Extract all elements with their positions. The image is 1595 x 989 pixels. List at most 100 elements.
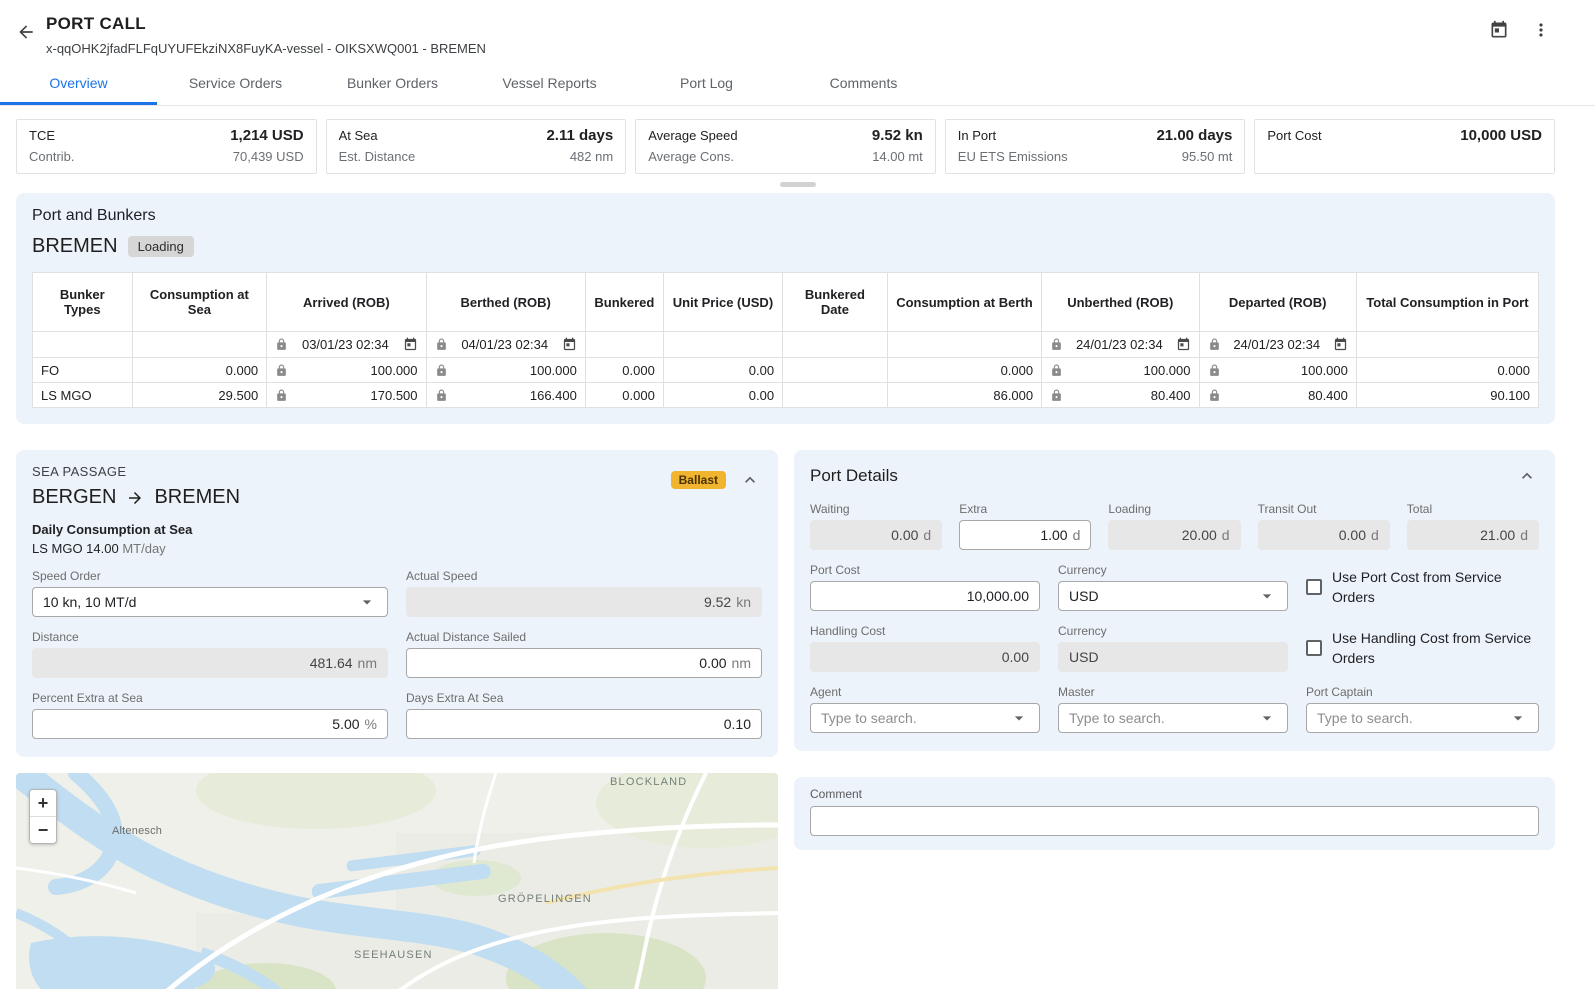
stat-card-average-speed: Average Speed9.52 kn Average Cons.14.00 … [635,119,936,174]
stat-sub-value: 482 nm [570,146,613,167]
use-handling-cost-row: Use Handling Cost from Service Orders [1306,628,1539,669]
departed-date-cell: 24/01/23 02:34 [1199,332,1356,358]
total-label: Total [1407,502,1539,516]
lock-icon[interactable] [1050,364,1063,377]
arrived-date[interactable]: 03/01/23 02:34 [302,337,389,352]
waiting-label: Waiting [810,502,942,516]
lock-icon[interactable] [435,389,448,402]
zoom-in-button[interactable]: + [30,790,56,816]
port-captain-label: Port Captain [1306,685,1539,699]
calendar-icon[interactable] [403,337,418,352]
tab-vessel-reports[interactable]: Vessel Reports [471,62,628,105]
tab-overview[interactable]: Overview [0,62,157,105]
tab-port-log[interactable]: Port Log [628,62,785,105]
lock-icon[interactable] [1208,389,1221,402]
zoom-out-button[interactable]: − [30,817,56,843]
kebab-menu-button[interactable] [1527,16,1555,44]
port-captain-select[interactable]: Type to search. [1306,703,1539,733]
right-column: Port Details Waiting 0.00d Extra 1.00d L… [794,450,1555,850]
stat-sub-label: Average Cons. [648,146,734,167]
tab-service-orders[interactable]: Service Orders [157,62,314,105]
speed-order-select[interactable]: 10 kn, 10 MT/d [32,587,388,617]
calendar-icon[interactable] [1176,337,1191,352]
actual-distance-sailed-value: 0.00 [699,655,726,671]
calendar-button[interactable] [1485,16,1513,44]
agent-field: Agent Type to search. [810,685,1040,733]
lock-icon[interactable] [275,338,288,351]
port-cost-currency-select[interactable]: USD [1058,581,1288,611]
sea-passage-route: BERGEN BREMEN [32,486,240,509]
bunkered-date [783,358,888,383]
lock-icon[interactable] [275,364,288,377]
use-handling-cost-checkbox[interactable] [1306,640,1322,656]
percent-extra-at-sea-input[interactable]: 5.00 % [32,709,388,739]
stat-card-in-port: In Port21.00 days EU ETS Emissions95.50 … [945,119,1246,174]
collapse-sea-passage-button[interactable] [738,468,762,492]
agent-select[interactable]: Type to search. [810,703,1040,733]
port-cost-currency-field: Currency USD [1058,563,1288,611]
lock-icon[interactable] [435,364,448,377]
tab-bunker-orders[interactable]: Bunker Orders [314,62,471,105]
drag-handle[interactable] [780,182,816,187]
actual-distance-sailed-input[interactable]: 0.00 nm [406,648,762,678]
port-cost-input[interactable]: 10,000.00 [810,581,1040,611]
stat-value: 10,000 USD [1460,125,1542,146]
arrived-rob-cell: 100.000 [267,358,426,383]
use-port-cost-checkbox[interactable] [1306,579,1322,595]
speed-order-label: Speed Order [32,569,388,583]
unit-price: 0.00 [663,383,782,408]
total-input: 21.00d [1407,520,1539,550]
consumption-at-berth: 0.000 [887,358,1041,383]
actual-speed-field: Actual Speed 9.52 kn [406,569,762,617]
departed-date[interactable]: 24/01/23 02:34 [1233,337,1320,352]
lock-icon[interactable] [1050,389,1063,402]
extra-input[interactable]: 1.00d [959,520,1091,550]
lock-icon[interactable] [275,389,288,402]
port-captain-field: Port Captain Type to search. [1306,685,1539,733]
lock-icon[interactable] [1050,338,1063,351]
days-extra-at-sea-input[interactable]: 0.10 [406,709,762,739]
master-select[interactable]: Type to search. [1058,703,1288,733]
lock-icon[interactable] [1208,364,1221,377]
use-port-cost-row: Use Port Cost from Service Orders [1306,567,1539,608]
map[interactable]: BLOCKLAND Altenesch GRÖPELINGEN SEEHAUSE… [16,773,778,989]
lock-icon[interactable] [1208,338,1221,351]
section-title-port-and-bunkers: Port and Bunkers [32,207,1539,225]
collapse-port-details-button[interactable] [1515,464,1539,488]
calendar-icon[interactable] [562,337,577,352]
stat-sub-value: 95.50 mt [1182,146,1233,167]
bunkers-dates-row: 03/01/23 02:34 04/01/23 02:34 24/01/ [33,332,1539,358]
topbar: PORT CALL x-qqOHK2jfadFLFqUYUFEkziNX8Fuy… [0,0,1595,56]
unberthed-date[interactable]: 24/01/23 02:34 [1076,337,1163,352]
arrived-rob: 100.000 [371,363,418,378]
days-extra-value: 0.10 [724,716,751,732]
bottom-grid: SEA PASSAGE BERGEN BREMEN Ballast Daily … [16,450,1555,989]
col-header: Bunkered [585,273,663,332]
daily-consumption-value: LS MGO 14.00 [32,541,119,556]
berthed-date[interactable]: 04/01/23 02:34 [461,337,548,352]
consumption-at-sea: 0.000 [132,358,267,383]
speed-order-field: Speed Order 10 kn, 10 MT/d [32,569,388,617]
port-and-bunkers-panel: Port and Bunkers BREMEN Loading Bunker T… [16,193,1555,424]
distance-unit: nm [358,655,377,671]
stat-sub-label: Contrib. [29,146,75,167]
port-call-page: PORT CALL x-qqOHK2jfadFLFqUYUFEkziNX8Fuy… [0,0,1595,989]
col-header: Bunkered Date [783,273,888,332]
comment-input[interactable] [810,806,1539,836]
lock-icon[interactable] [435,338,448,351]
port-details-title: Port Details [810,466,898,486]
total-consumption-in-port: 90.100 [1356,383,1538,408]
back-button[interactable] [12,18,40,46]
bunkers-header-row: Bunker Types Consumption at Sea Arrived … [33,273,1539,332]
stat-value: 1,214 USD [230,125,303,146]
tab-comments[interactable]: Comments [785,62,942,105]
loading-input: 20.00d [1108,520,1240,550]
calendar-icon[interactable] [1333,337,1348,352]
distance-field: Distance 481.64 nm [32,630,388,678]
distance-label: Distance [32,630,388,644]
arrived-date-cell: 03/01/23 02:34 [267,332,426,358]
stat-sub-label: Est. Distance [339,146,416,167]
use-handling-cost-label: Use Handling Cost from Service Orders [1332,628,1539,669]
actual-distance-sailed-unit: nm [732,655,751,671]
bunkered-date [783,383,888,408]
